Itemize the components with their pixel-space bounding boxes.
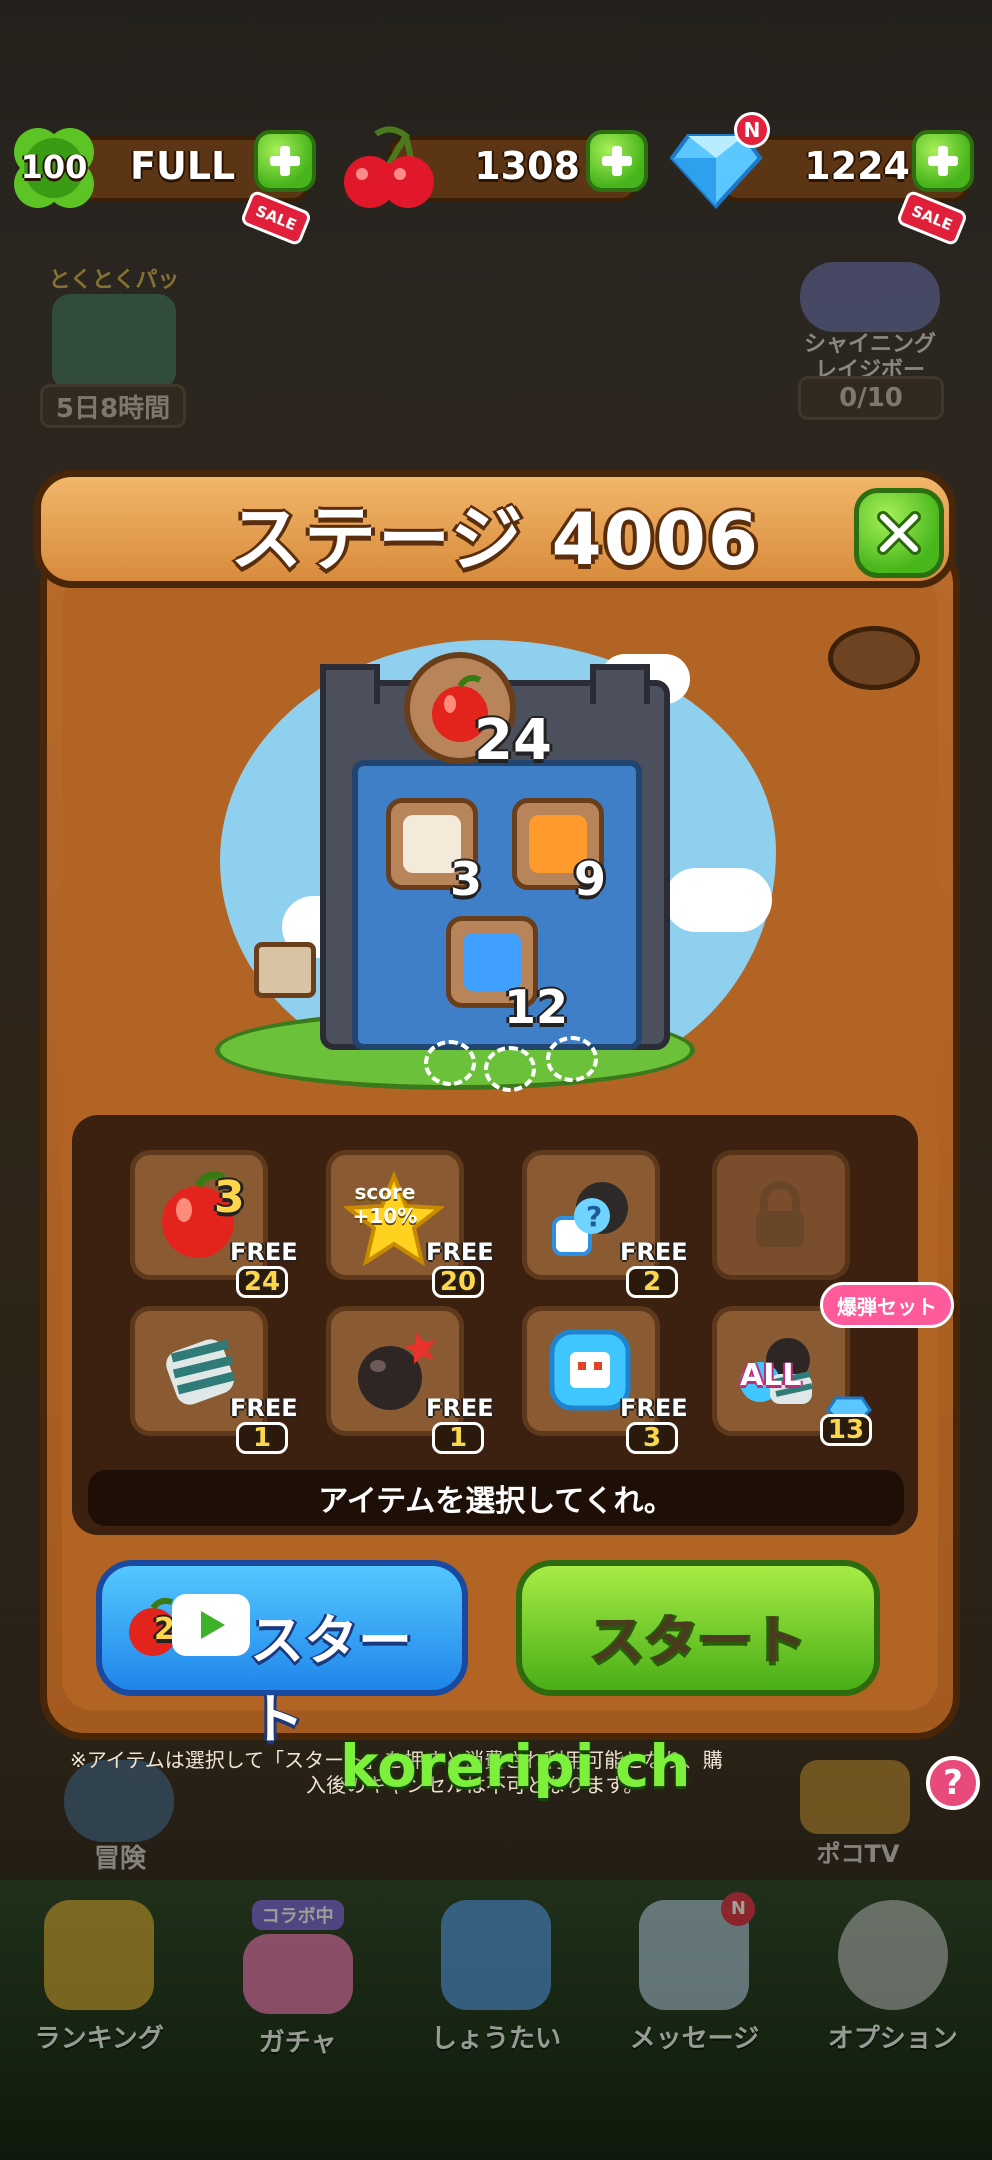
goal-count-orange: 9 [574, 852, 607, 906]
close-button[interactable] [854, 488, 944, 578]
item-apple-badge: 3 [214, 1172, 245, 1223]
event-icon[interactable] [800, 262, 940, 332]
nav-ranking[interactable]: ランキング [24, 1900, 174, 2130]
help-icon: ? [943, 1763, 963, 1803]
cherries-value: 1308 [474, 144, 580, 188]
lock-icon [720, 1160, 840, 1272]
item-bomb-free: FREE 1 [426, 1394, 494, 1454]
pokotv-label: ポコTV [816, 1840, 900, 1868]
plus-icon [270, 146, 300, 176]
gems-plus-button[interactable] [912, 130, 974, 192]
nav-option[interactable]: オプション [818, 1900, 968, 2130]
plus-icon [602, 146, 632, 176]
item-random-count: 2 [626, 1266, 678, 1298]
cloud-decoration [664, 868, 772, 932]
item-block-free: FREE 3 [620, 1394, 688, 1454]
svg-text:?: ? [586, 1200, 602, 1233]
dialog-title: ステージ 4006 [229, 496, 761, 581]
dashed-slot [546, 1036, 598, 1082]
adventure-label: 冒険 [93, 1844, 146, 1874]
signpost-icon [254, 942, 316, 998]
item-set-all-label: ALL [740, 1358, 802, 1393]
ad-start-label: スタート [250, 1609, 412, 1751]
start-button[interactable]: スタート [516, 1560, 880, 1696]
lives-count-badge: 100 [20, 148, 88, 186]
bottom-nav-items: ランキング コラボ中 ガチャ しょうたい N メッセージ オプション [0, 1892, 992, 2130]
item-random-free: FREE 2 [620, 1238, 688, 1298]
plus-icon [928, 146, 958, 176]
item-apple-count: 24 [236, 1266, 288, 1298]
goal-main-count: 24 [474, 708, 552, 773]
item-set-label: 爆弾セット [820, 1282, 954, 1328]
mail-icon: N [639, 1892, 756, 2010]
gacha-badge: コラボ中 [251, 1900, 344, 1930]
message-new-badge: N [721, 1892, 756, 1926]
nav-invite[interactable]: しょうたい [421, 1900, 571, 2130]
trophy-icon [44, 1900, 155, 2010]
pack-icon[interactable] [52, 294, 176, 390]
item-score-badge: score +10% [352, 1180, 418, 1228]
start-label: スタート [590, 1609, 806, 1672]
lives-plus-button[interactable] [254, 130, 316, 192]
item-hint: アイテムを選択してくれ。 [88, 1470, 904, 1526]
item-apple-free: FREE 24 [230, 1238, 298, 1298]
dashed-slot [484, 1046, 536, 1092]
stage-stump-icon [828, 626, 920, 690]
item-set-price: 13 [814, 1412, 878, 1446]
nav-message[interactable]: N メッセージ [619, 1892, 769, 2130]
ad-start-button[interactable]: 2 スタート [96, 1560, 468, 1751]
gear-icon [837, 1900, 948, 2010]
invite-icon [440, 1900, 551, 2010]
item-score-count: 20 [432, 1266, 484, 1298]
pack-timer: 5日8時間 [40, 384, 186, 428]
item-striped-count: 1 [236, 1422, 288, 1454]
castle-battlement [590, 664, 650, 704]
close-icon [877, 511, 921, 555]
event-progress: 0/10 [798, 376, 944, 420]
tv-play-icon [172, 1594, 250, 1656]
gems-value: 1224 [804, 144, 910, 188]
item-set-count: 13 [820, 1414, 872, 1446]
goal-count-white: 3 [450, 852, 483, 906]
dashed-slot [424, 1040, 476, 1086]
cherry-icon [336, 124, 440, 214]
item-score-free: FREE 20 [426, 1238, 494, 1298]
nav-gacha[interactable]: コラボ中 ガチャ [223, 1900, 373, 2130]
watermark: koreripi ch [340, 1732, 691, 1800]
cherries-plus-button[interactable] [586, 130, 648, 192]
item-block-count: 3 [626, 1422, 678, 1454]
gems-new-badge: N [734, 112, 770, 148]
goal-count-blue: 12 [504, 980, 569, 1034]
castle-battlement [320, 664, 380, 704]
gacha-icon [242, 1934, 353, 2014]
help-button[interactable]: ? [926, 1756, 980, 1810]
item-bomb-count: 1 [432, 1422, 484, 1454]
lives-value: FULL [130, 144, 236, 188]
item-striped-free: FREE 1 [230, 1394, 298, 1454]
